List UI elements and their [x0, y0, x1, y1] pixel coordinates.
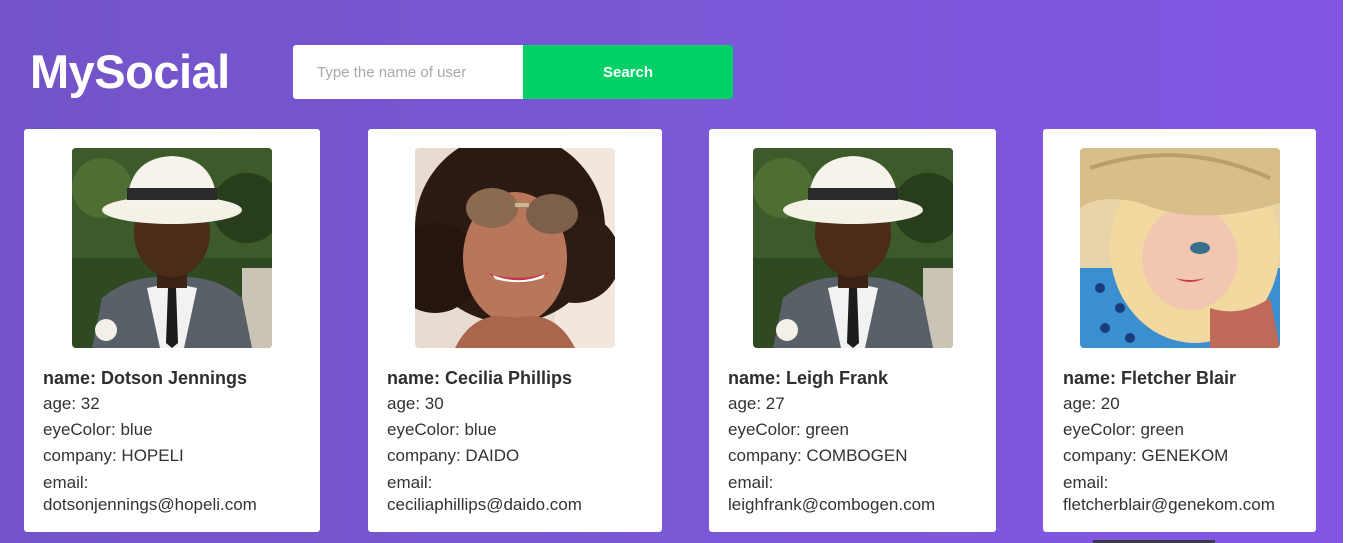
user-info: name: Cecilia Phillips age: 30 eyeColor:…: [387, 365, 582, 516]
user-company: company: HOPELI: [43, 446, 184, 465]
email-value: leighfrank@combogen.com: [728, 495, 936, 514]
user-age: age: 30: [387, 394, 444, 413]
user-info: name: Fletcher Blair age: 20 eyeColor: g…: [1063, 365, 1275, 516]
user-company: company: GENEKOM: [1063, 446, 1229, 465]
search-button[interactable]: Search: [523, 45, 733, 99]
user-card: name: Leigh Frank age: 27 eyeColor: gree…: [709, 129, 996, 532]
user-age: age: 20: [1063, 394, 1120, 413]
user-email: email: leighfrank@combogen.com: [728, 472, 935, 516]
user-card: name: Fletcher Blair age: 20 eyeColor: g…: [1043, 129, 1316, 532]
email-value: fletcherblair@genekom.com: [1063, 495, 1275, 514]
user-name: name: Fletcher Blair: [1063, 368, 1237, 388]
email-label: email:: [387, 473, 433, 492]
user-name: name: Leigh Frank: [728, 368, 889, 388]
email-value: ceciliaphillips@daido.com: [387, 495, 582, 514]
user-company: company: COMBOGEN: [728, 446, 908, 465]
email-label: email:: [728, 473, 774, 492]
user-age: age: 32: [43, 394, 100, 413]
user-card: name: Cecilia Phillips age: 30 eyeColor:…: [368, 129, 662, 532]
user-email: email: dotsonjennings@hopeli.com: [43, 472, 257, 516]
user-eye-color: eyeColor: blue: [43, 420, 153, 439]
user-photo: [415, 148, 615, 348]
man-in-white-fedora-photo: [72, 148, 272, 348]
search-bar: Search: [293, 45, 733, 99]
search-input[interactable]: [293, 45, 523, 99]
user-email: email: ceciliaphillips@daido.com: [387, 472, 582, 516]
user-eye-color: eyeColor: blue: [387, 420, 497, 439]
user-info: name: Leigh Frank age: 27 eyeColor: gree…: [728, 365, 935, 516]
user-email: email: fletcherblair@genekom.com: [1063, 472, 1275, 516]
user-info: name: Dotson Jennings age: 32 eyeColor: …: [43, 365, 257, 516]
user-eye-color: eyeColor: green: [1063, 420, 1184, 439]
email-label: email:: [43, 473, 89, 492]
user-photo: [753, 148, 953, 348]
user-age: age: 27: [728, 394, 785, 413]
user-company: company: DAIDO: [387, 446, 520, 465]
email-value: dotsonjennings@hopeli.com: [43, 495, 257, 514]
user-name: name: Cecilia Phillips: [387, 368, 573, 388]
email-label: email:: [1063, 473, 1109, 492]
user-photo: [1080, 148, 1280, 348]
user-photo: [72, 148, 272, 348]
blonde-woman-in-straw-hat-photo: [1080, 148, 1280, 348]
man-in-white-fedora-photo: [753, 148, 953, 348]
app-logo: MySocial: [30, 45, 230, 98]
woman-with-aviator-sunglasses-photo: [415, 148, 615, 348]
user-name: name: Dotson Jennings: [43, 368, 248, 388]
user-eye-color: eyeColor: green: [728, 420, 849, 439]
user-card: name: Dotson Jennings age: 32 eyeColor: …: [24, 129, 320, 532]
